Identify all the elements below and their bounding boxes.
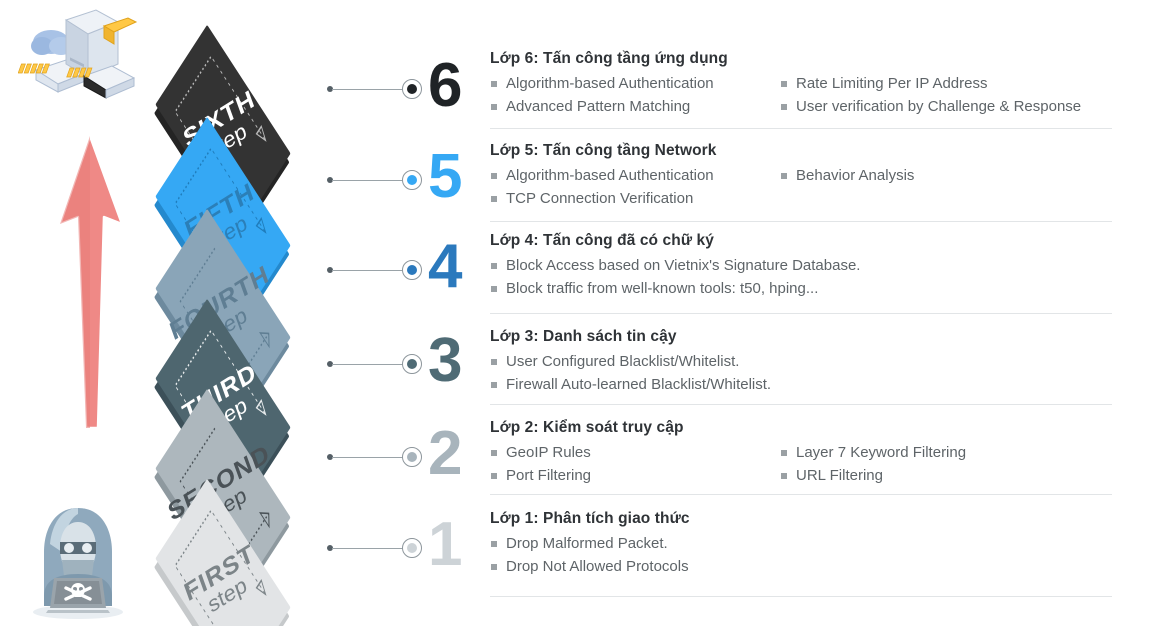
connector-line-3 — [332, 363, 404, 365]
layer-title-5: Lớp 5: Tấn công tầng Network — [490, 142, 717, 159]
layer-2-col1: GeoIP Rules Port Filtering — [490, 442, 780, 488]
layer-6-col1: Algorithm-based Authentication Advanced P… — [490, 73, 780, 119]
feature-bullet: URL Filtering — [780, 465, 1115, 486]
layer-block-2: Lớp 2: Kiểm soát truy cập GeoIP Rules Port… — [490, 419, 1115, 488]
layer-title-2: Lớp 2: Kiểm soát truy cập — [490, 419, 684, 436]
section-divider — [490, 128, 1112, 129]
feature-bullet: Block Access based on Vietnix's Signatur… — [490, 255, 860, 276]
layer-6-col2: Rate Limiting Per IP Address User verific… — [780, 73, 1115, 119]
feature-bullet: User verification by Challenge & Respons… — [780, 96, 1115, 117]
feature-bullet: Advanced Pattern Matching — [490, 96, 780, 117]
feature-bullet: GeoIP Rules — [490, 442, 780, 463]
layer-5-col1: Algorithm-based Authentication TCP Connec… — [490, 165, 780, 211]
feature-bullet: Firewall Auto-learned Blacklist/Whitelis… — [490, 374, 780, 395]
connector-6 — [327, 79, 422, 99]
infographic-canvas: SIXTH step FIFTH step FOURTH step THIRD step SEC… — [0, 0, 1150, 626]
layer-2-col2: Layer 7 Keyword Filtering URL Filtering — [780, 442, 1115, 488]
step-number-3: 3 — [428, 326, 462, 395]
layer-5-col2: Behavior Analysis — [780, 165, 1115, 211]
connector-line-2 — [332, 456, 404, 458]
layer-columns-3: User Configured Blacklist/Whitelist. Fire… — [490, 351, 1115, 397]
step-number-6: 6 — [428, 51, 462, 120]
step-number-4: 4 — [428, 232, 462, 301]
section-divider — [490, 404, 1112, 405]
layer-columns-1: Drop Malformed Packet. Drop Not Allowed P… — [490, 533, 1115, 579]
step-plate-1[interactable]: FIRST step — [118, 478, 328, 626]
feature-bullet: TCP Connection Verification — [490, 188, 780, 209]
connector-line-5 — [332, 179, 404, 181]
section-divider — [490, 596, 1112, 597]
connector-line-4 — [332, 269, 404, 271]
layer-block-1: Lớp 1: Phân tích giao thức Drop Malformed… — [490, 510, 1115, 579]
layer-3-col2 — [780, 351, 1115, 397]
connector-ring-3 — [402, 354, 422, 374]
connector-4 — [327, 260, 422, 280]
layer-columns-6: Algorithm-based Authentication Advanced P… — [490, 73, 1115, 119]
connector-ring-4 — [402, 260, 422, 280]
layer-1-col1: Drop Malformed Packet. Drop Not Allowed P… — [490, 533, 780, 579]
layer-title-1: Lớp 1: Phân tích giao thức — [490, 510, 690, 527]
section-divider — [490, 494, 1112, 495]
connector-1 — [327, 538, 422, 558]
layer-title-3: Lớp 3: Danh sách tin cậy — [490, 328, 677, 345]
connector-5 — [327, 170, 422, 190]
connector-ring-5 — [402, 170, 422, 190]
step-number-5: 5 — [428, 142, 462, 211]
feature-bullet: User Configured Blacklist/Whitelist. — [490, 351, 780, 372]
feature-bullet: Algorithm-based Authentication — [490, 165, 780, 186]
plate-arrow-path-1 — [174, 509, 267, 626]
layer-block-5: Lớp 5: Tấn công tầng Network Algorithm-ba… — [490, 142, 1115, 211]
plate-face-1 — [155, 478, 291, 626]
plate-body-1 — [154, 478, 291, 626]
connector-2 — [327, 447, 422, 467]
step-number-1: 1 — [428, 510, 462, 579]
feature-bullet: Drop Not Allowed Protocols — [490, 556, 780, 577]
connector-line-6 — [332, 88, 404, 90]
layer-4-col1: Block Access based on Vietnix's Signatur… — [490, 255, 860, 301]
layer-columns-5: Algorithm-based Authentication TCP Connec… — [490, 165, 1115, 211]
section-divider — [490, 313, 1112, 314]
connector-ring-1 — [402, 538, 422, 558]
upward-attack-arrow-icon — [52, 132, 128, 432]
layer-block-4: Lớp 4: Tấn công đã có chữ ký Block Access… — [490, 232, 1115, 301]
feature-bullet: Drop Malformed Packet. — [490, 533, 780, 554]
layer-block-6: Lớp 6: Tấn công tầng ứng dụng Algorithm-b… — [490, 50, 1115, 119]
step-number-2: 2 — [428, 419, 462, 488]
layer-title-4: Lớp 4: Tấn công đã có chữ ký — [490, 232, 714, 249]
feature-bullet: Algorithm-based Authentication — [490, 73, 780, 94]
layer-1-col2 — [780, 533, 1115, 579]
connector-ring-2 — [402, 447, 422, 467]
feature-bullet: Block traffic from well-known tools: t50… — [490, 278, 818, 299]
connector-3 — [327, 354, 422, 374]
feature-bullet: Port Filtering — [490, 465, 780, 486]
layer-columns-4: Block Access based on Vietnix's Signatur… — [490, 255, 1115, 301]
feature-bullet: Layer 7 Keyword Filtering — [780, 442, 1115, 463]
feature-bullet: Behavior Analysis — [780, 165, 1115, 186]
layer-3-col1: User Configured Blacklist/Whitelist. Fire… — [490, 351, 780, 397]
layer-columns-2: GeoIP Rules Port Filtering Layer 7 Keyword… — [490, 442, 1115, 488]
connector-ring-6 — [402, 79, 422, 99]
feature-bullet: Rate Limiting Per IP Address — [780, 73, 1115, 94]
connector-line-1 — [332, 547, 404, 549]
layer-title-6: Lớp 6: Tấn công tầng ứng dụng — [490, 50, 728, 67]
section-divider — [490, 221, 1112, 222]
layer-block-3: Lớp 3: Danh sách tin cậy User Configured … — [490, 328, 1115, 397]
